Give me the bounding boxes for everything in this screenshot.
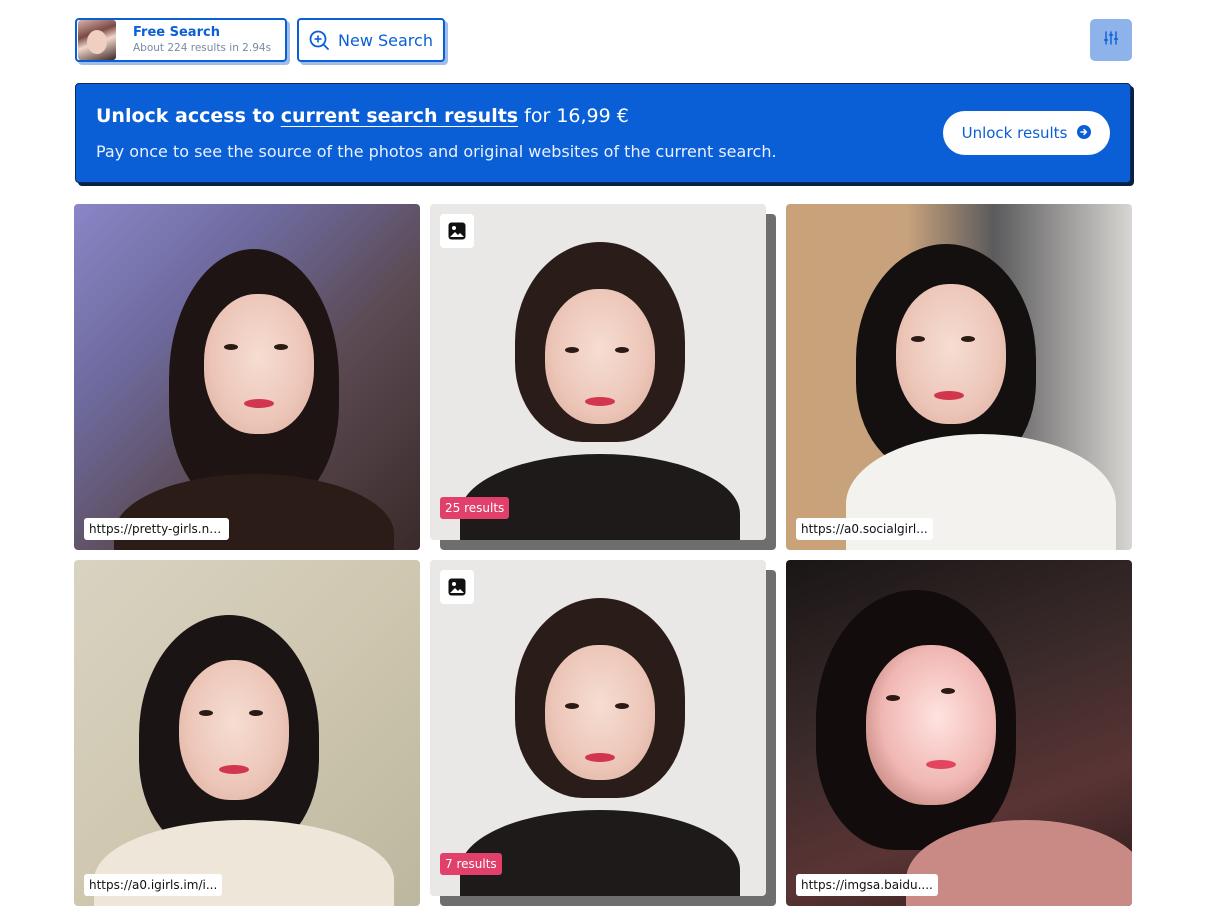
search-plus-icon xyxy=(309,30,329,50)
banner-title-price: for 16,99 € xyxy=(524,105,629,127)
result-tile[interactable]: https://imgsa.baidu.... xyxy=(786,560,1132,906)
result-tile[interactable]: https://a0.socialgirl... xyxy=(786,204,1132,550)
search-stats: About 224 results in 2.94s xyxy=(133,42,272,54)
unlock-banner: Unlock access to current search results … xyxy=(75,83,1131,183)
current-search-card[interactable]: Free Search About 224 results in 2.94s xyxy=(75,18,287,62)
result-source-url: https://pretty-girls.net/ xyxy=(84,518,229,540)
search-meta: Free Search About 224 results in 2.94s xyxy=(133,25,271,55)
unlock-results-label: Unlock results xyxy=(961,124,1068,142)
search-title: Free Search xyxy=(133,25,220,40)
image-icon xyxy=(440,214,474,248)
new-search-button[interactable]: New Search xyxy=(297,18,445,62)
result-tile[interactable]: https://pretty-girls.net/ xyxy=(74,204,420,550)
result-source-url: https://a0.socialgirl... xyxy=(796,518,933,540)
unlock-results-button[interactable]: Unlock results xyxy=(943,111,1110,155)
arrow-right-circle-icon xyxy=(1077,124,1092,143)
banner-title: Unlock access to current search results … xyxy=(96,104,629,128)
banner-title-prefix: Unlock access to xyxy=(96,105,275,127)
result-tile[interactable]: 25 results xyxy=(430,204,766,540)
result-source-url: https://a0.igirls.im/i... xyxy=(84,874,223,896)
result-tile[interactable]: https://a0.igirls.im/i... xyxy=(74,560,420,906)
new-search-label: New Search xyxy=(338,30,433,50)
results-count-badge: 25 results xyxy=(440,497,510,519)
result-source-url: https://imgsa.baidu.... xyxy=(796,874,938,896)
results-grid: https://pretty-girls.net/ 25 results htt… xyxy=(74,204,1132,906)
results-count-badge: 7 results xyxy=(440,853,502,875)
result-tile[interactable]: 7 results xyxy=(430,560,766,896)
banner-title-link[interactable]: current search results xyxy=(281,105,518,127)
sliders-icon xyxy=(1103,30,1119,50)
search-thumbnail xyxy=(78,20,116,60)
top-bar: Free Search About 224 results in 2.94s N… xyxy=(75,18,1132,62)
filter-button[interactable] xyxy=(1090,19,1132,61)
banner-subtitle: Pay once to see the source of the photos… xyxy=(96,142,777,161)
image-icon xyxy=(440,570,474,604)
